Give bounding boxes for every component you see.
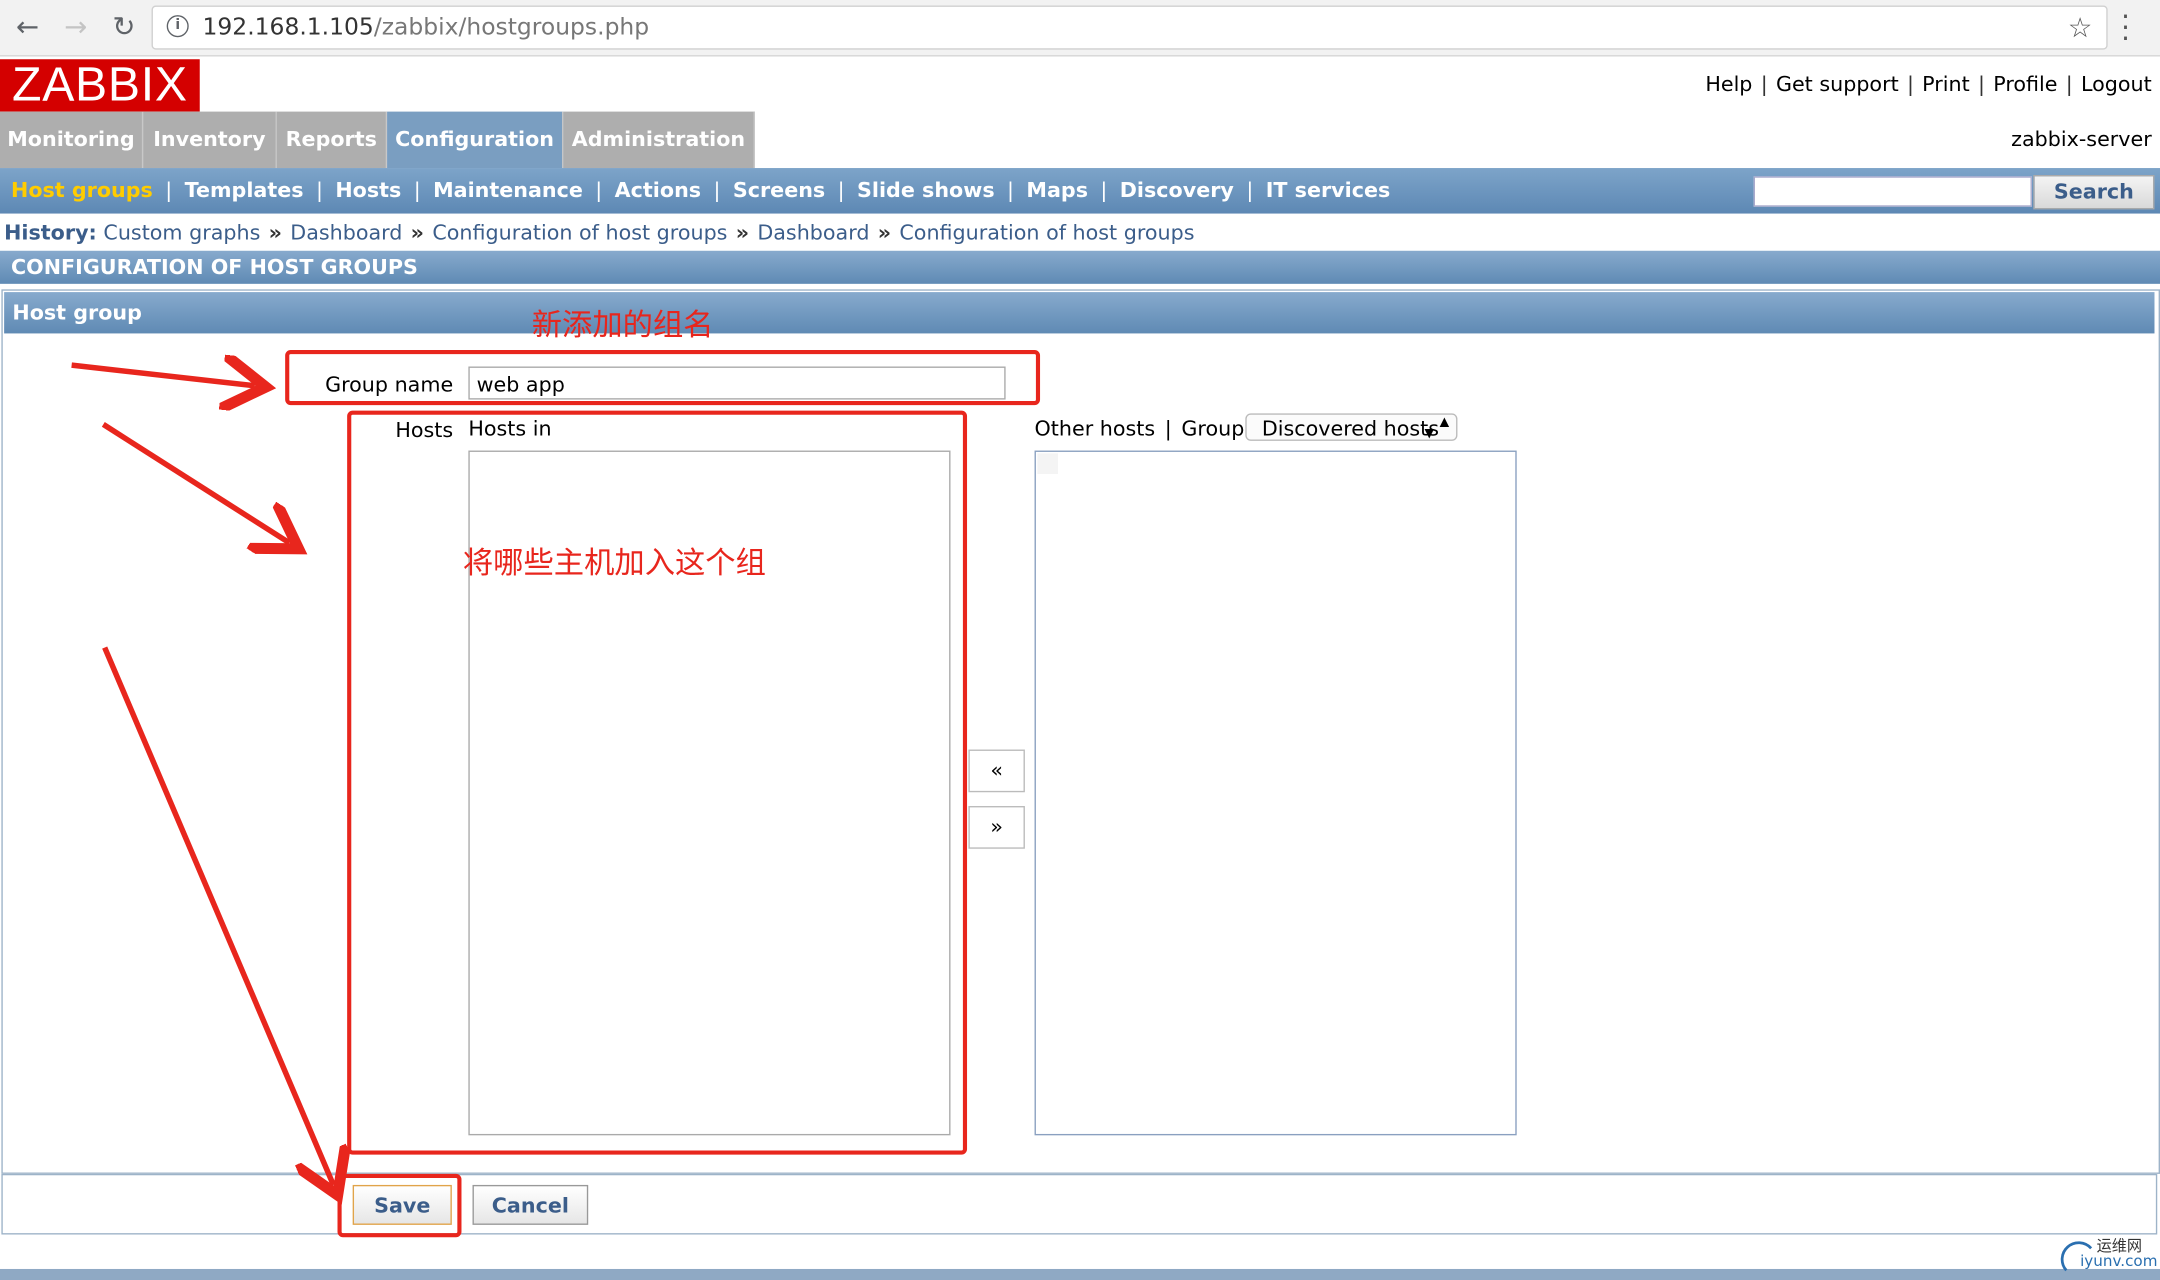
arrow-to-group-name bbox=[71, 365, 255, 386]
watermark: 运维网 iyunv.com bbox=[2058, 1232, 2157, 1276]
arrow-to-save bbox=[102, 646, 334, 1185]
arrow-to-hosts bbox=[101, 422, 289, 542]
watermark-text: iyunv.com bbox=[2080, 1252, 2158, 1271]
annotation-arrows bbox=[71, 0, 2160, 1280]
